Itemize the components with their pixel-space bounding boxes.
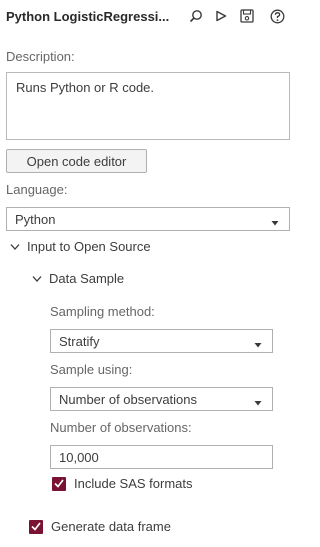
run-icon[interactable] [213,8,229,24]
include-sas-formats-row[interactable]: Include SAS formats [52,476,193,491]
caret-down-icon [254,395,262,410]
input-to-open-source-label: Input to Open Source [27,239,151,254]
panel-header: Python LogisticRegressi... [0,0,298,34]
chevron-down-icon [32,271,42,286]
open-code-editor-button[interactable]: Open code editor [6,149,147,173]
num-observations-label: Number of observations: [50,420,192,435]
sample-using-value: Number of observations [59,391,198,407]
caret-down-icon [271,215,279,230]
language-select-value: Python [15,211,56,227]
save-icon[interactable] [239,8,255,24]
generate-data-frame-checkbox[interactable] [29,519,43,534]
description-label: Description: [6,49,75,64]
num-observations-input[interactable]: 10,000 [50,445,273,469]
include-sas-formats-checkbox[interactable] [52,476,66,491]
sampling-method-label: Sampling method: [50,304,155,319]
language-label: Language: [6,182,68,197]
search-icon[interactable] [188,8,204,24]
language-select[interactable]: Python [6,207,290,231]
chevron-down-icon [10,239,20,254]
data-sample-label: Data Sample [49,271,125,286]
panel-title: Python LogisticRegressi... [6,9,170,24]
sample-using-select[interactable]: Number of observations [50,387,273,411]
sampling-method-select[interactable]: Stratify [50,329,273,353]
description-field[interactable]: Runs Python or R code. [6,72,290,140]
data-sample-toggle[interactable]: Data Sample [32,271,124,286]
sample-using-label: Sample using: [50,362,133,377]
generate-data-frame-label: Generate data frame [51,519,171,534]
caret-down-icon [254,337,262,352]
sampling-method-value: Stratify [59,333,100,349]
input-to-open-source-toggle[interactable]: Input to Open Source [10,239,151,254]
help-icon[interactable] [269,8,285,24]
generate-data-frame-row[interactable]: Generate data frame [29,519,171,534]
include-sas-formats-label: Include SAS formats [74,476,193,491]
